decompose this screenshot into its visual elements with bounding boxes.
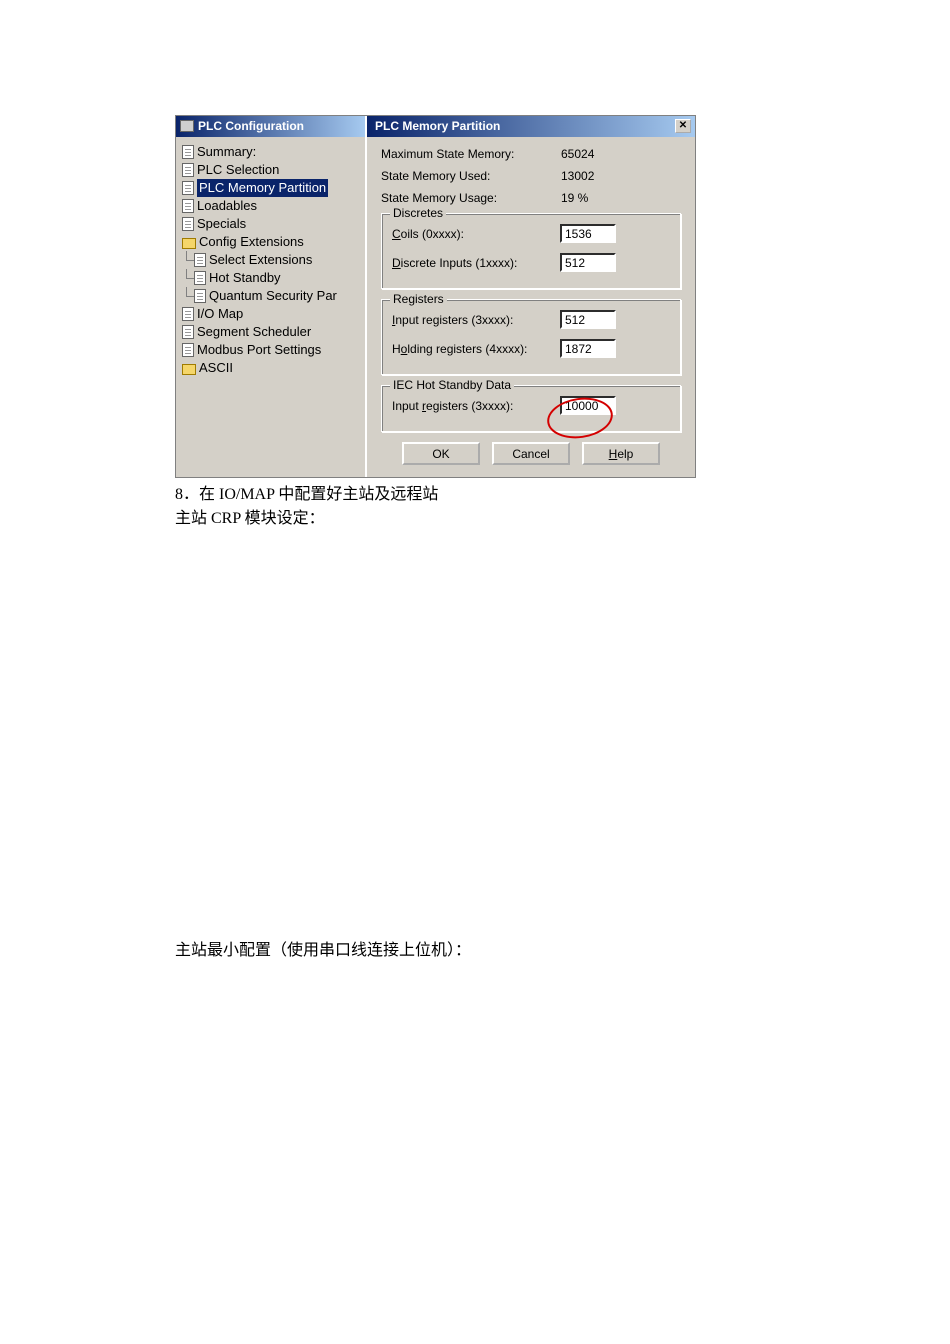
tree-item-ascii[interactable]: ASCII	[180, 359, 363, 377]
tree-item-segment-scheduler[interactable]: Segment Scheduler	[180, 323, 363, 341]
tree-item-summary[interactable]: Summary:	[180, 143, 363, 161]
tree-item-io-map[interactable]: I/O Map	[180, 305, 363, 323]
legend-registers: Registers	[390, 292, 447, 306]
dialog-titlebar: PLC Memory Partition ✕	[367, 116, 695, 137]
document-icon	[182, 325, 194, 339]
tree-item-plc-memory-partition[interactable]: PLC Memory Partition	[180, 179, 363, 197]
max-memory-label: Maximum State Memory:	[381, 147, 561, 161]
tree-item-plc-selection[interactable]: PLC Selection	[180, 161, 363, 179]
button-bar: OK Cancel Help	[381, 442, 681, 465]
fieldset-discretes: Discretes Coils (0xxxx): Discrete Inputs…	[381, 213, 681, 289]
document-icon	[182, 199, 194, 213]
tree-titlebar: PLC Configuration	[176, 116, 365, 137]
close-button[interactable]: ✕	[675, 119, 691, 133]
discrete-inputs-label: Discrete Inputs (1xxxx):	[392, 256, 560, 270]
coils-input[interactable]	[560, 224, 616, 243]
input-registers-input[interactable]	[560, 310, 616, 329]
hs-input-registers-label: Input registers (3xxxx):	[392, 399, 560, 413]
tree-title-text: PLC Configuration	[198, 119, 304, 133]
tree-item-specials[interactable]: Specials	[180, 215, 363, 233]
dialog-body: Maximum State Memory: 65024 State Memory…	[367, 137, 695, 477]
help-button[interactable]: Help	[582, 442, 660, 465]
max-memory-value: 65024	[561, 147, 621, 161]
legend-hot-standby: IEC Hot Standby Data	[390, 378, 514, 392]
tree-item-quantum-security[interactable]: Quantum Security Par	[180, 287, 363, 305]
row-memory-usage: State Memory Usage: 19 %	[381, 191, 681, 205]
holding-registers-label: Holding registers (4xxxx):	[392, 342, 560, 356]
fieldset-hot-standby: IEC Hot Standby Data Input registers (3x…	[381, 385, 681, 432]
memory-used-label: State Memory Used:	[381, 169, 561, 183]
ok-button[interactable]: OK	[402, 442, 480, 465]
row-max-memory: Maximum State Memory: 65024	[381, 147, 681, 161]
fieldset-registers: Registers Input registers (3xxxx): Holdi…	[381, 299, 681, 375]
tree-item-hot-standby[interactable]: Hot Standby	[180, 269, 363, 287]
document-icon	[182, 163, 194, 177]
document-icon	[194, 271, 206, 285]
tree-item-select-extensions[interactable]: Select Extensions	[180, 251, 363, 269]
doc-line-2: 主站 CRP 模块设定：	[175, 508, 950, 530]
document-icon	[182, 307, 194, 321]
document-icon	[182, 181, 194, 195]
document-icon	[182, 217, 194, 231]
tree-item-loadables[interactable]: Loadables	[180, 197, 363, 215]
cancel-button[interactable]: Cancel	[492, 442, 570, 465]
plc-config-window: PLC Configuration Summary: PLC Selection…	[175, 115, 696, 478]
doc-line-1: 8．在 IO/MAP 中配置好主站及远程站	[175, 484, 950, 506]
folder-icon	[182, 238, 196, 249]
coils-label: Coils (0xxxx):	[392, 227, 560, 241]
folder-icon	[182, 364, 196, 375]
memory-used-value: 13002	[561, 169, 621, 183]
document-icon	[194, 289, 206, 303]
document-icon	[182, 343, 194, 357]
document-icon	[182, 145, 194, 159]
row-memory-used: State Memory Used: 13002	[381, 169, 681, 183]
tree-body: Summary: PLC Selection PLC Memory Partit…	[176, 137, 365, 477]
document-icon	[194, 253, 206, 267]
input-registers-label: Input registers (3xxxx):	[392, 313, 560, 327]
tree-item-config-extensions[interactable]: Config Extensions	[180, 233, 363, 251]
tree-pane: PLC Configuration Summary: PLC Selection…	[176, 116, 367, 477]
legend-discretes: Discretes	[390, 206, 446, 220]
memory-usage-label: State Memory Usage:	[381, 191, 561, 205]
app-icon	[180, 120, 194, 132]
dialog-title-text: PLC Memory Partition	[375, 119, 500, 133]
dialog-pane: PLC Memory Partition ✕ Maximum State Mem…	[367, 116, 695, 477]
doc-line-3: 主站最小配置（使用串口线连接上位机）：	[175, 940, 950, 962]
memory-usage-value: 19 %	[561, 191, 621, 205]
hs-input-registers-input[interactable]	[560, 396, 616, 415]
discrete-inputs-input[interactable]	[560, 253, 616, 272]
tree-item-modbus-port-settings[interactable]: Modbus Port Settings	[180, 341, 363, 359]
document-text: 8．在 IO/MAP 中配置好主站及远程站 主站 CRP 模块设定： 主站最小配…	[175, 484, 950, 962]
holding-registers-input[interactable]	[560, 339, 616, 358]
